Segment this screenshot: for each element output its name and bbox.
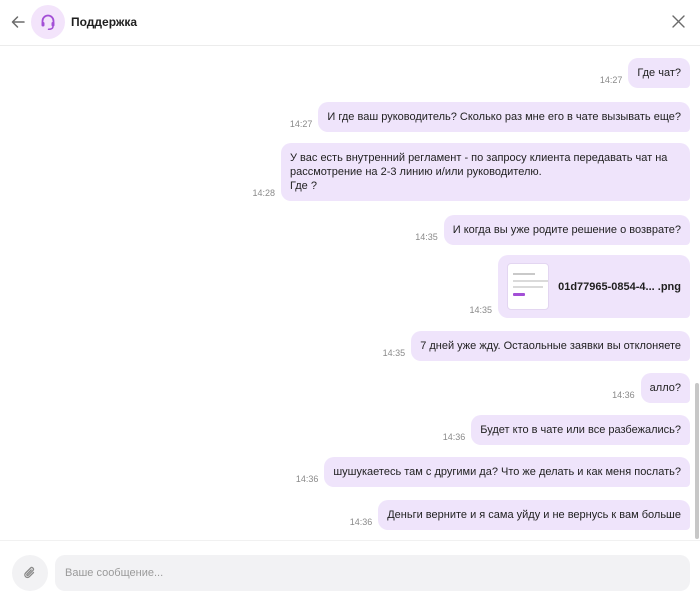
message-bubble[interactable]: Деньги верните и я сама уйду и не вернус… xyxy=(378,500,690,530)
arrow-left-icon xyxy=(11,16,25,28)
message-row: 14:36 Деньги верните и я сама уйду и не … xyxy=(350,500,690,530)
file-name[interactable]: 01d77965-0854-4... .png xyxy=(558,281,681,293)
message-row: 14:36 шушукаетесь там с другими да? Что … xyxy=(296,457,690,487)
message-time: 14:27 xyxy=(599,75,623,85)
scrollbar[interactable] xyxy=(695,383,699,539)
message-bubble[interactable]: 7 дней уже жду. Остаольные заявки вы отк… xyxy=(411,331,690,361)
avatar xyxy=(31,5,65,39)
file-attachment[interactable]: 01d77965-0854-4... .png xyxy=(498,255,690,318)
message-time: 14:35 xyxy=(415,232,438,242)
headset-icon xyxy=(41,14,55,31)
chat-title: Поддержка xyxy=(71,15,138,29)
message-bubble[interactable]: У вас есть внутренний регламент - по зап… xyxy=(281,143,690,201)
message-time: 14:35 xyxy=(469,305,492,315)
message-time: 14:28 xyxy=(252,188,275,198)
message-time: 14:27 xyxy=(289,119,313,129)
message-bubble[interactable]: И где ваш руководитель? Сколько раз мне … xyxy=(318,102,690,132)
message-row: 14:36 алло? xyxy=(612,373,690,403)
close-button[interactable] xyxy=(670,13,686,29)
message-bubble[interactable]: шушукаетесь там с другими да? Что же дел… xyxy=(324,457,690,487)
message-row: 14:36 Будет кто в чате или все разбежали… xyxy=(443,415,690,445)
chat-header: Поддержка xyxy=(0,0,700,46)
paperclip-icon xyxy=(24,566,35,579)
message-row: 14:35 И когда вы уже родите решение о во… xyxy=(415,215,690,245)
message-list[interactable]: 14:27 Где чат? 14:27 И где ваш руководит… xyxy=(0,47,700,540)
message-composer xyxy=(0,540,700,599)
message-input[interactable] xyxy=(55,555,690,591)
message-time: 14:35 xyxy=(382,348,406,358)
message-time: 14:36 xyxy=(612,390,635,400)
message-row: 14:35 01d77965-0854-4... .png xyxy=(469,255,690,318)
file-thumbnail[interactable] xyxy=(507,263,550,310)
message-bubble[interactable]: Где чат? xyxy=(628,58,690,88)
message-bubble[interactable]: Будет кто в чате или все разбежались? xyxy=(471,415,690,445)
close-icon xyxy=(671,14,685,28)
message-row: 14:27 И где ваш руководитель? Сколько ра… xyxy=(290,102,690,132)
message-bubble[interactable]: И когда вы уже родите решение о возврате… xyxy=(443,215,690,245)
back-button[interactable] xyxy=(8,12,28,32)
attach-button[interactable] xyxy=(12,555,48,591)
message-time: 14:36 xyxy=(442,432,466,442)
message-bubble[interactable]: алло? xyxy=(640,373,690,403)
message-time: 14:36 xyxy=(349,517,373,527)
message-row: 14:28 У вас есть внутренний регламент - … xyxy=(252,143,690,201)
message-row: 14:35 7 дней уже жду. Остаольные заявки … xyxy=(383,331,690,361)
message-time: 14:36 xyxy=(295,474,319,484)
message-row: 14:27 Где чат? xyxy=(600,58,690,88)
